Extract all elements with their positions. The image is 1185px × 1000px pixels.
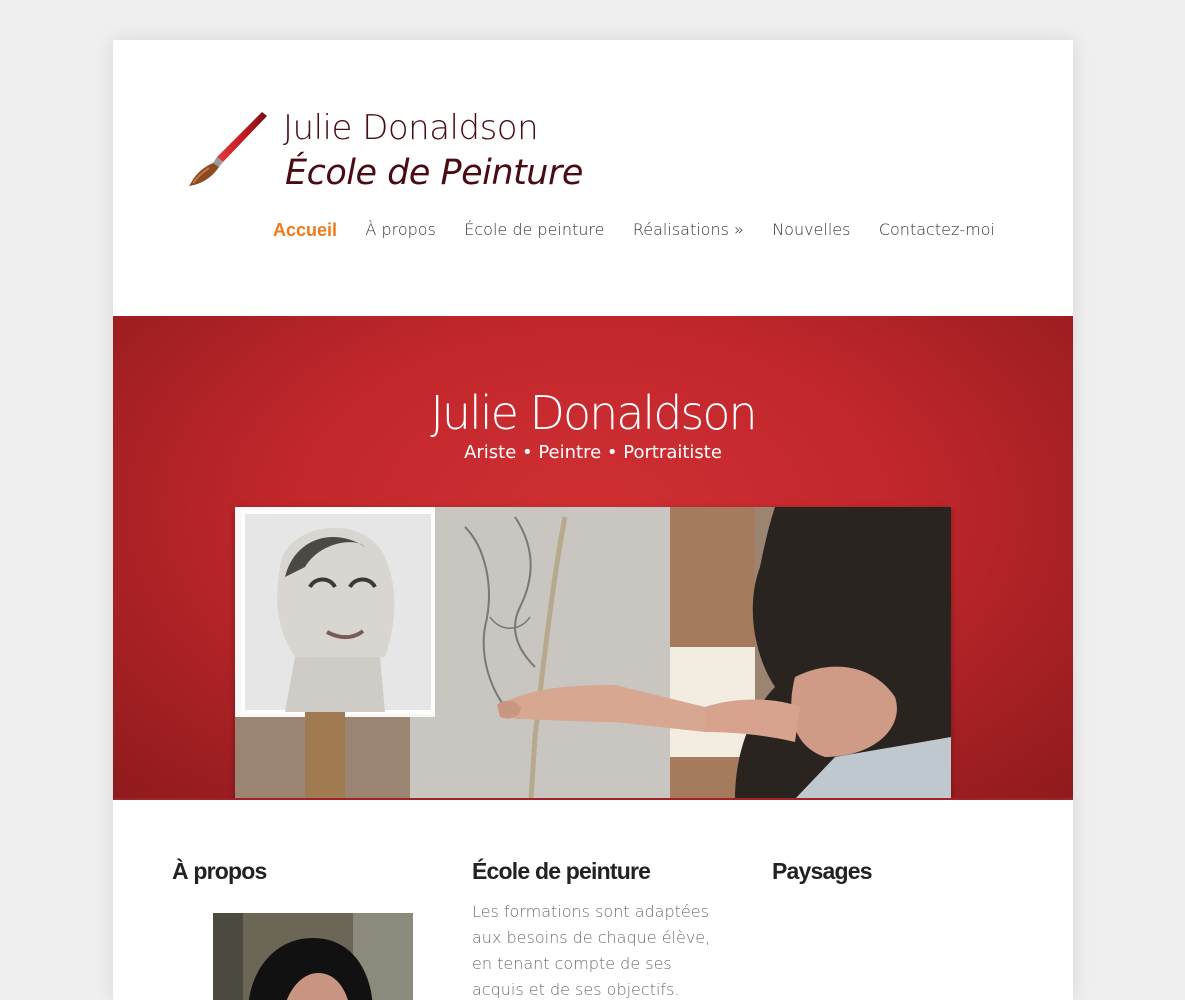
paintbrush-icon[interactable] bbox=[183, 110, 269, 190]
nav-item-ecole-de-peinture[interactable]: École de peinture bbox=[464, 220, 604, 241]
site-title-name: Julie Donaldson bbox=[283, 108, 539, 148]
page-container: Julie Donaldson École de Peinture Accuei… bbox=[113, 40, 1073, 1000]
hero-banner: Julie Donaldson Ariste • Peintre • Portr… bbox=[113, 316, 1073, 800]
hero-title: Julie Donaldson bbox=[430, 386, 757, 440]
column-text-ecole-de-peinture: Les formations sont adaptées aux besoins… bbox=[472, 902, 711, 999]
main-nav: Accueil À propos École de peinture Réali… bbox=[273, 220, 995, 241]
hero-subtitle: Ariste • Peintre • Portraitiste bbox=[464, 442, 722, 463]
nav-item-accueil[interactable]: Accueil bbox=[273, 220, 337, 241]
site-title[interactable]: Julie Donaldson École de Peinture bbox=[283, 106, 583, 196]
column-paysages: Paysages bbox=[772, 858, 1012, 885]
column-ecole-de-peinture: École de peinture Les formations sont ad… bbox=[472, 858, 712, 1000]
nav-item-realisations[interactable]: Réalisations » bbox=[633, 220, 744, 241]
hero-divider bbox=[113, 798, 1073, 800]
about-photo[interactable] bbox=[213, 913, 413, 1000]
nav-item-a-propos[interactable]: À propos bbox=[365, 220, 435, 241]
nav-item-contactez-moi[interactable]: Contactez-moi bbox=[879, 220, 995, 241]
column-a-propos: À propos bbox=[172, 858, 412, 885]
site-title-school: École de Peinture bbox=[285, 153, 583, 193]
nav-item-nouvelles[interactable]: Nouvelles bbox=[772, 220, 850, 241]
column-heading-a-propos[interactable]: À propos bbox=[172, 858, 412, 885]
hero-photo bbox=[235, 507, 951, 799]
column-heading-ecole-de-peinture[interactable]: École de peinture bbox=[472, 858, 712, 885]
column-heading-paysages[interactable]: Paysages bbox=[772, 858, 1012, 885]
